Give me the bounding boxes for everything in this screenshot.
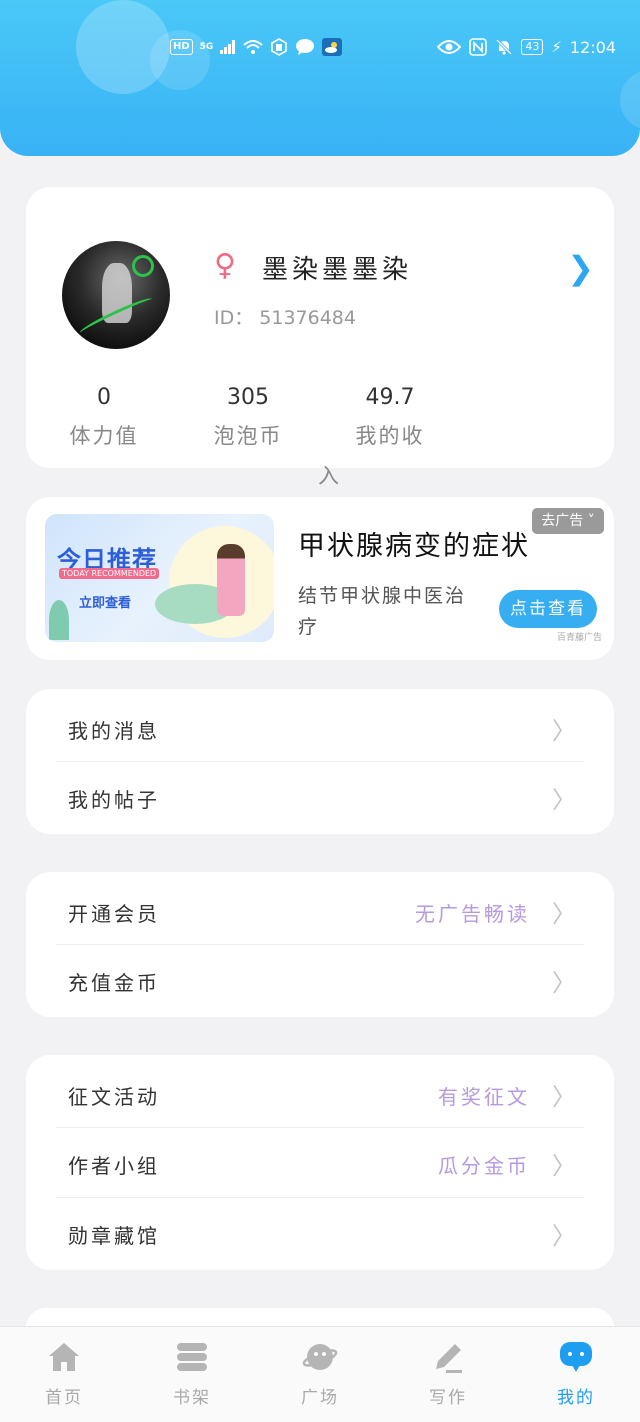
avatar-decor: [132, 255, 154, 277]
nav-label: 广场: [301, 1388, 339, 1408]
status-bar: HD 5G 43 ⚡ 12:04: [0, 33, 640, 61]
header-background: HD 5G 43 ⚡ 12:04: [0, 0, 640, 156]
chevron-right-icon: 〉: [552, 900, 576, 928]
avatar[interactable]: [62, 241, 170, 349]
pen-icon: [436, 1344, 462, 1373]
nav-write[interactable]: 写作: [398, 1339, 498, 1408]
menu-item-my-posts[interactable]: 我的帖子 〉: [26, 762, 614, 832]
ad-image[interactable]: 今日推荐 TODAY RECOMMENDED 立即查看: [45, 514, 274, 642]
ad-image-subtitle: TODAY RECOMMENDED: [59, 568, 160, 579]
ad-title: 甲状腺病变的症状: [298, 531, 530, 562]
nfc-icon: [469, 38, 488, 56]
menu-item-medal-hall[interactable]: 勋章藏馆 〉: [26, 1198, 614, 1268]
chevron-right-icon[interactable]: ❯: [567, 249, 594, 287]
ad-image-decor: [49, 600, 69, 640]
menu-group-messages: 我的消息 〉 我的帖子 〉: [26, 689, 614, 834]
menu-item-hint: 瓜分金币: [438, 1154, 530, 1178]
hd-icon: HD: [170, 39, 193, 55]
mute-bell-icon: [496, 38, 513, 56]
ad-image-cta: 立即查看: [79, 596, 132, 611]
stat-label: 泡泡币: [213, 424, 283, 448]
menu-item-author-group[interactable]: 作者小组 瓜分金币 〉: [26, 1128, 614, 1198]
nav-mine[interactable]: 我的: [526, 1339, 626, 1408]
clock: 12:04: [569, 37, 616, 57]
chevron-right-icon: 〉: [552, 1152, 576, 1180]
nickname: 墨染墨墨染: [262, 255, 413, 285]
chevron-right-icon: 〉: [552, 1222, 576, 1250]
menu-item-label: 勋章藏馆: [68, 1224, 160, 1248]
menu-group-activities: 征文活动 有奖征文 〉 作者小组 瓜分金币 〉 勋章藏馆 〉: [26, 1055, 614, 1270]
network-type: 5G: [199, 42, 214, 52]
nav-bookshelf[interactable]: 书架: [142, 1339, 242, 1408]
menu-item-hint: 无广告畅读: [415, 902, 530, 926]
nav-label: 我的: [557, 1388, 595, 1408]
chevron-down-icon: ˅: [583, 513, 595, 529]
stat-stamina[interactable]: 0 体力值: [54, 385, 154, 450]
planet-icon: [302, 1344, 338, 1370]
menu-item-label: 开通会员: [68, 902, 160, 926]
menu-item-recharge[interactable]: 充值金币 〉: [26, 945, 614, 1015]
menu-item-label: 征文活动: [68, 1085, 160, 1109]
menu-item-label: 我的消息: [68, 719, 160, 743]
chevron-right-icon: 〉: [552, 786, 576, 814]
eye-icon: [437, 40, 462, 54]
stat-value: 49.7: [365, 385, 415, 410]
battery-icon: 43: [521, 39, 544, 55]
wifi-icon: [243, 40, 263, 54]
user-id: ID： 51376484: [214, 307, 356, 329]
menu-item-hint: 有奖征文: [438, 1085, 530, 1109]
chevron-right-icon: 〉: [552, 1083, 576, 1111]
nav-label: 书架: [173, 1388, 211, 1408]
stat-label: 我的收: [355, 424, 425, 448]
stat-bubble-coins[interactable]: 305 泡泡币: [198, 385, 298, 450]
weather-icon: [322, 38, 343, 56]
charging-icon: ⚡: [551, 38, 562, 56]
chevron-right-icon: 〉: [552, 717, 576, 745]
ad-source: 百青藤广告: [556, 633, 602, 643]
menu-item-my-messages[interactable]: 我的消息 〉: [26, 693, 614, 763]
home-icon: [49, 1343, 79, 1371]
nav-label: 写作: [429, 1388, 467, 1408]
nav-label: 首页: [45, 1388, 83, 1408]
signal-icon: [220, 40, 236, 54]
ad-description: 结节甲状腺中医治疗: [298, 585, 467, 638]
ad-view-button[interactable]: 点击查看: [499, 590, 597, 628]
stat-label-overflow: 入: [318, 464, 339, 488]
menu-group-membership: 开通会员 无广告畅读 〉 充值金币 〉: [26, 872, 614, 1017]
nav-square[interactable]: 广场: [270, 1339, 370, 1408]
stat-income[interactable]: 49.7 我的收: [340, 385, 440, 450]
menu-item-label: 充值金币: [68, 971, 160, 995]
hand-icon: [271, 38, 288, 56]
bottom-nav: 首页 书架 广场 写作 我的: [0, 1326, 640, 1422]
chat-bubble-icon: [560, 1342, 592, 1372]
female-icon: ♀: [214, 248, 236, 283]
bookshelf-icon: [177, 1343, 207, 1371]
message-icon: [296, 39, 315, 55]
chevron-right-icon: 〉: [552, 969, 576, 997]
profile-card[interactable]: ♀ 墨染墨墨染 ID： 51376484 ❯ 0 体力值 305 泡泡币 49.…: [26, 187, 614, 468]
remove-ad-label: 去广告: [541, 513, 584, 529]
menu-item-label: 作者小组: [68, 1154, 160, 1178]
ad-image-figure: [217, 544, 245, 616]
decor-bubble: [620, 70, 640, 130]
ad-card[interactable]: 今日推荐 TODAY RECOMMENDED 立即查看 甲状腺病变的症状 结节甲…: [26, 497, 614, 660]
menu-item-open-vip[interactable]: 开通会员 无广告畅读 〉: [26, 876, 614, 946]
remove-ad-button[interactable]: 去广告 ˅: [532, 508, 604, 534]
stat-label: 体力值: [69, 424, 139, 448]
stat-value: 0: [97, 385, 111, 410]
nav-home[interactable]: 首页: [14, 1339, 114, 1408]
stat-value: 305: [227, 385, 269, 410]
menu-item-essay-contest[interactable]: 征文活动 有奖征文 〉: [26, 1059, 614, 1129]
menu-item-label: 我的帖子: [68, 788, 160, 812]
